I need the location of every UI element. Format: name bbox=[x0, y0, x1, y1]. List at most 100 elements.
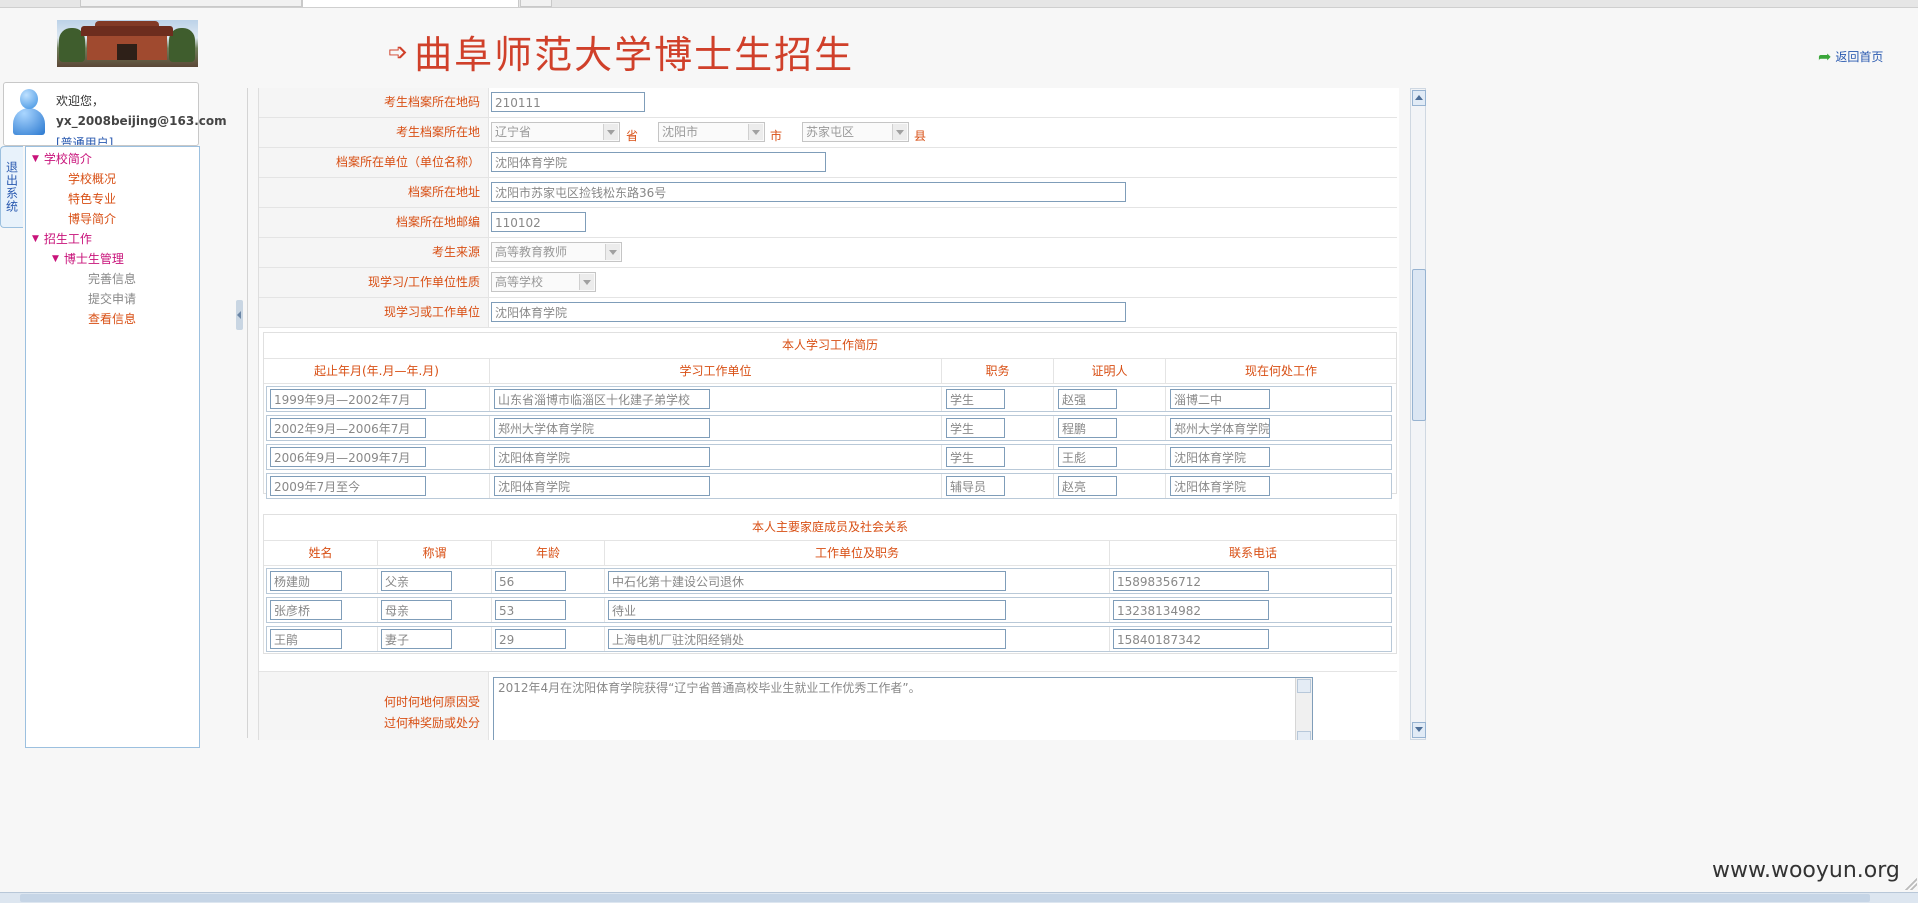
period-input[interactable]: 2006年9月—2009年7月 bbox=[270, 447, 426, 467]
return-arrow-icon: ➦ bbox=[1818, 47, 1832, 66]
field-label: 考生档案所在地码 bbox=[259, 88, 489, 117]
field-label: 档案所在单位（单位名称） bbox=[259, 148, 489, 177]
archive-zip-input[interactable]: 210111 bbox=[491, 92, 645, 112]
county-select[interactable]: 苏家屯区 bbox=[802, 122, 909, 142]
sidebar-item-view-info[interactable]: 查看信息 bbox=[88, 310, 136, 327]
position-input[interactable]: 学生 bbox=[946, 418, 1005, 438]
age-input[interactable]: 53 bbox=[495, 600, 566, 620]
chevron-down-icon bbox=[603, 124, 618, 140]
position-input[interactable]: 学生 bbox=[946, 447, 1005, 467]
scroll-up-icon[interactable] bbox=[1412, 90, 1426, 106]
phone-input[interactable]: 15898356712 bbox=[1113, 571, 1269, 591]
form-row-source: 考生来源 高等教育教师 bbox=[259, 238, 1397, 268]
archive-postcode-input[interactable]: 110102 bbox=[491, 212, 586, 232]
scroll-thumb[interactable] bbox=[20, 894, 1870, 902]
work-unit-input[interactable]: 上海电机厂驻沈阳经销处 bbox=[608, 629, 1006, 649]
user-info-box: 欢迎您， yx_2008beijing@163.com [普通用户] bbox=[3, 82, 227, 146]
browser-tab[interactable] bbox=[80, 0, 302, 7]
period-input[interactable]: 2002年9月—2006年7月 bbox=[270, 418, 426, 438]
sidebar-item-school-intro[interactable]: ▼ 学校简介 bbox=[32, 150, 92, 167]
form-row-archive-address: 档案所在地址 沈阳市苏家屯区捡钱松东路36号 bbox=[259, 178, 1397, 208]
rewards-textarea[interactable]: 2012年4月在沈阳体育学院获得“辽宁省普通高校毕业生就业工作优秀工作者”。 bbox=[493, 677, 1313, 740]
phone-input[interactable]: 13238134982 bbox=[1113, 600, 1269, 620]
table-row: 张彦桥 母亲 53 待业 13238134982 bbox=[266, 597, 1392, 623]
welcome-text: 欢迎您， bbox=[56, 94, 105, 108]
form-row-current-unit: 现学习或工作单位 沈阳体育学院 bbox=[259, 298, 1397, 328]
age-input[interactable]: 29 bbox=[495, 629, 566, 649]
column-header: 工作单位及职务 bbox=[605, 541, 1110, 565]
age-input[interactable]: 56 bbox=[495, 571, 566, 591]
field-label: 考生来源 bbox=[259, 238, 489, 267]
phone-input[interactable]: 15840187342 bbox=[1113, 629, 1269, 649]
content-scrollbar[interactable] bbox=[1410, 88, 1426, 740]
witness-input[interactable]: 王彪 bbox=[1058, 447, 1117, 467]
work-unit-input[interactable]: 中石化第十建设公司退休 bbox=[608, 571, 1006, 591]
collapse-sidebar-handle[interactable] bbox=[236, 300, 243, 330]
user-avatar-icon bbox=[12, 89, 46, 137]
current-unit-input[interactable]: 沈阳体育学院 bbox=[491, 302, 1126, 322]
member-name-input[interactable]: 张彦桥 bbox=[270, 600, 342, 620]
city-select[interactable]: 沈阳市 bbox=[658, 122, 765, 142]
exit-system-tab[interactable]: 退出系统 bbox=[0, 146, 23, 228]
home-link-label[interactable]: 返回首页 bbox=[1835, 48, 1883, 65]
watermark: www.wooyun.org bbox=[1712, 858, 1900, 883]
sidebar-item-complete-info[interactable]: 完善信息 bbox=[88, 270, 136, 287]
resize-grip-icon[interactable] bbox=[1905, 878, 1917, 890]
rewards-label-line1: 何时何地何原因受 bbox=[383, 695, 480, 709]
witness-input[interactable]: 赵亮 bbox=[1058, 476, 1117, 496]
sidebar-tree: ▼ 学校简介 学校概况 特色专业 博导简介 ▼ 招生工作 ▼ 博士生管理 完善信息 提… bbox=[25, 146, 200, 748]
expand-triangle-icon: ▼ bbox=[52, 253, 59, 264]
sidebar-item-phd-management[interactable]: ▼ 博士生管理 bbox=[52, 250, 124, 267]
relation-input[interactable]: 母亲 bbox=[381, 600, 452, 620]
source-select[interactable]: 高等教育教师 bbox=[491, 242, 622, 262]
current-work-input[interactable]: 沈阳体育学院 bbox=[1170, 476, 1270, 496]
page-horizontal-scrollbar[interactable] bbox=[0, 892, 1918, 903]
main-form-area: 考生档案所在地码 210111 考生档案所在地 辽宁省 省 沈阳市 市 苏家屯区… bbox=[258, 88, 1399, 740]
current-work-input[interactable]: 淄博二中 bbox=[1170, 389, 1270, 409]
member-name-input[interactable]: 杨建勋 bbox=[270, 571, 342, 591]
browser-tab-active[interactable] bbox=[302, 0, 519, 7]
user-email: yx_2008beijing@163.com bbox=[56, 114, 227, 128]
witness-input[interactable]: 程鹏 bbox=[1058, 418, 1117, 438]
city-unit: 市 bbox=[770, 129, 783, 143]
textarea-scrollbar[interactable] bbox=[1295, 678, 1312, 740]
field-label: 何时何地何原因受 过何种奖励或处分 bbox=[259, 672, 489, 740]
sidebar-item-enrollment[interactable]: ▼ 招生工作 bbox=[32, 230, 92, 247]
position-input[interactable]: 学生 bbox=[946, 389, 1005, 409]
scroll-down-icon[interactable] bbox=[1297, 731, 1311, 740]
divider bbox=[247, 88, 248, 738]
position-input[interactable]: 辅导员 bbox=[946, 476, 1005, 496]
archive-unit-input[interactable]: 沈阳体育学院 bbox=[491, 152, 826, 172]
unit-nature-select[interactable]: 高等学校 bbox=[491, 272, 596, 292]
relation-input[interactable]: 父亲 bbox=[381, 571, 452, 591]
browser-tab[interactable] bbox=[520, 0, 552, 7]
study-unit-input[interactable]: 郑州大学体育学院 bbox=[494, 418, 710, 438]
table-row: 2002年9月—2006年7月 郑州大学体育学院 学生 程鹏 郑州大学体育学院 bbox=[266, 415, 1392, 441]
sidebar-item-submit-application[interactable]: 提交申请 bbox=[88, 290, 136, 307]
province-select[interactable]: 辽宁省 bbox=[491, 122, 620, 142]
chevron-down-icon bbox=[605, 244, 620, 260]
sidebar-item-featured-majors[interactable]: 特色专业 bbox=[68, 190, 116, 207]
current-work-input[interactable]: 沈阳体育学院 bbox=[1170, 447, 1270, 467]
scroll-down-icon[interactable] bbox=[1412, 722, 1426, 738]
work-unit-input[interactable]: 待业 bbox=[608, 600, 1006, 620]
study-unit-input[interactable]: 山东省淄博市临淄区十化建子弟学校 bbox=[494, 389, 710, 409]
home-link[interactable]: ➦ 返回首页 bbox=[1818, 47, 1883, 66]
column-header: 联系电话 bbox=[1228, 546, 1277, 560]
scroll-thumb[interactable] bbox=[1412, 269, 1426, 421]
sidebar-item-school-overview[interactable]: 学校概况 bbox=[68, 170, 116, 187]
current-work-input[interactable]: 郑州大学体育学院 bbox=[1170, 418, 1270, 438]
witness-input[interactable]: 赵强 bbox=[1058, 389, 1117, 409]
scroll-up-icon[interactable] bbox=[1297, 679, 1311, 693]
expand-triangle-icon: ▼ bbox=[32, 153, 39, 164]
chevron-down-icon bbox=[892, 124, 907, 140]
study-unit-input[interactable]: 沈阳体育学院 bbox=[494, 447, 710, 467]
study-unit-input[interactable]: 沈阳体育学院 bbox=[494, 476, 710, 496]
relation-input[interactable]: 妻子 bbox=[381, 629, 452, 649]
column-header: 称谓 bbox=[378, 541, 492, 565]
archive-address-input[interactable]: 沈阳市苏家屯区捡钱松东路36号 bbox=[491, 182, 1126, 202]
period-input[interactable]: 2009年7月至今 bbox=[270, 476, 426, 496]
sidebar-item-supervisors[interactable]: 博导简介 bbox=[68, 210, 116, 227]
period-input[interactable]: 1999年9月—2002年7月 bbox=[270, 389, 426, 409]
member-name-input[interactable]: 王鹃 bbox=[270, 629, 342, 649]
